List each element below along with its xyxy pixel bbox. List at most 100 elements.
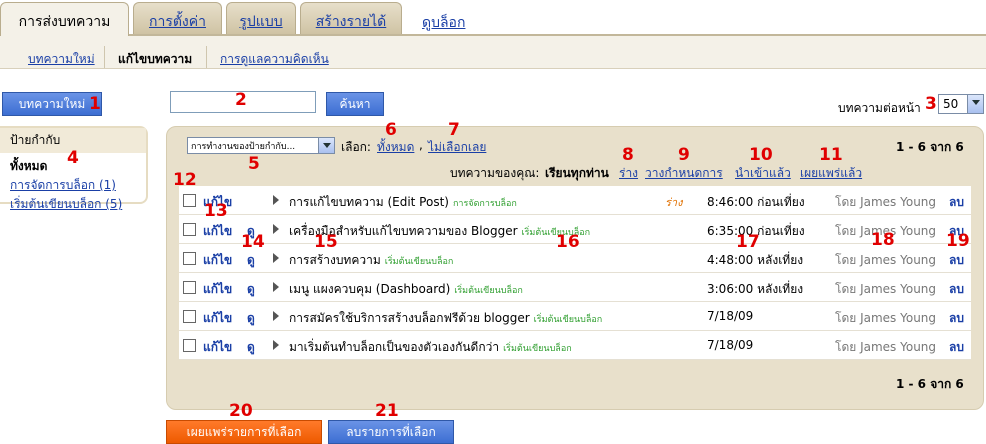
view-blog-link[interactable]: ดูบล็อก (422, 12, 465, 34)
range-bottom: 1 - 6 จาก 6 (896, 377, 964, 391)
delete-link[interactable]: ลบ (949, 309, 964, 328)
filter-imported-link[interactable]: นำเข้าแล้ว (735, 164, 791, 183)
post-time: 7/18/09 (707, 338, 754, 352)
post-label[interactable]: เริ่มต้นเขียนบล็อก (534, 315, 603, 325)
delete-link[interactable]: ลบ (949, 251, 964, 270)
tab-monetize[interactable]: สร้างรายได้ (300, 2, 402, 34)
subtab-moderate-comments[interactable]: การดูแลความคิดเห็น (220, 50, 329, 69)
comma: , (419, 138, 423, 152)
post-label[interactable]: เริ่มต้นเขียนบล็อก (503, 344, 572, 354)
post-title[interactable]: การสร้างบทความ เริ่มต้นเขียนบล็อก (289, 251, 453, 270)
subtab-edit-posts[interactable]: แก้ไขบทความ (118, 50, 192, 69)
tab-label: การตั้งค่า (148, 14, 206, 30)
annotation-4: 4 (67, 148, 79, 168)
delete-link[interactable]: ลบ (949, 338, 964, 357)
draft-status: ร่าง (665, 196, 683, 209)
select-none-link[interactable]: ไม่เลือกเลย (428, 138, 486, 157)
annotation-19: 19 (946, 231, 970, 251)
chevron-down-icon (967, 95, 983, 113)
tab-posting[interactable]: การส่งบทความ (0, 2, 129, 36)
post-row: แก้ไข ดู เมนู แผงควบคุม (Dashboard) เริ่ม… (179, 273, 971, 302)
annotation-17: 17 (736, 232, 760, 252)
post-row: แก้ไข การแก้ไขบทความ (Edit Post) การจัดกา… (179, 186, 971, 215)
delete-selected-button[interactable]: ลบรายการที่เลือก (328, 420, 454, 444)
publish-selected-button[interactable]: เผยแพร่รายการที่เลือก (166, 420, 322, 444)
annotation-11: 11 (819, 145, 843, 165)
subtab-new-post[interactable]: บทความใหม่ (28, 50, 95, 69)
expand-triangle-icon[interactable] (273, 224, 279, 234)
post-title-text: เมนู แผงควบคุม (Dashboard) (289, 282, 451, 296)
tab-label: การส่งบทความ (18, 14, 111, 30)
annotation-16: 16 (556, 232, 580, 252)
delete-link[interactable]: ลบ (949, 193, 964, 212)
view-link[interactable]: ดู (247, 309, 255, 328)
post-author: โดย James Young (835, 340, 937, 354)
label-action-select[interactable]: การทำงานของป้ายกำกับ... (187, 137, 335, 154)
post-label[interactable]: การจัดการบล็อก (453, 199, 517, 209)
edit-link[interactable]: แก้ไข (203, 251, 232, 270)
filter-draft-link[interactable]: ร่าง (619, 164, 638, 183)
tab-settings[interactable]: การตั้งค่า (133, 2, 222, 34)
view-link[interactable]: ดู (247, 338, 255, 357)
row-checkbox[interactable] (183, 310, 196, 323)
row-checkbox[interactable] (183, 194, 196, 207)
edit-link[interactable]: แก้ไข (203, 222, 232, 241)
chevron-down-icon (318, 138, 334, 153)
annotation-13: 13 (204, 201, 228, 221)
row-checkbox[interactable] (183, 339, 196, 352)
label-action-value: การทำงานของป้ายกำกับ... (191, 142, 296, 152)
label-item-blog-management[interactable]: การจัดการบล็อก (1) (10, 176, 136, 195)
expand-triangle-icon[interactable] (273, 311, 279, 321)
annotation-21: 21 (375, 401, 399, 421)
tab-layout[interactable]: รูปแบบ (226, 2, 296, 34)
post-title[interactable]: มาเริ่มต้นทำบล็อกเป็นของตัวเองกันดีกว่าเ… (289, 338, 572, 357)
annotation-9: 9 (678, 145, 690, 165)
annotation-8: 8 (622, 145, 634, 165)
row-checkbox[interactable] (183, 223, 196, 236)
expand-triangle-icon[interactable] (273, 282, 279, 292)
edit-link[interactable]: แก้ไข (203, 309, 232, 328)
new-post-button[interactable]: บทความใหม่ (2, 92, 102, 116)
annotation-10: 10 (749, 145, 773, 165)
annotation-5: 5 (248, 154, 260, 174)
per-page-select[interactable]: 50 (938, 94, 984, 114)
expand-triangle-icon[interactable] (273, 253, 279, 263)
annotation-7: 7 (448, 120, 460, 140)
post-label[interactable]: เริ่มต้นเขียนบล็อก (454, 286, 523, 296)
edit-link[interactable]: แก้ไข (203, 338, 232, 357)
range-top: 1 - 6 จาก 6 (896, 140, 964, 154)
post-label[interactable]: เริ่มต้นเขียนบล็อก (385, 257, 454, 267)
delete-link[interactable]: ลบ (949, 280, 964, 299)
label-item-start-blogging[interactable]: เริ่มต้นเขียนบล็อก (5) (10, 195, 136, 214)
post-title-text: การแก้ไขบทความ (Edit Post) (289, 195, 449, 209)
sub-tab-bar: บทความใหม่ แก้ไขบทความ การดูแลความคิดเห็… (0, 36, 986, 69)
post-author: โดย James Young (835, 195, 937, 209)
row-checkbox[interactable] (183, 252, 196, 265)
select-prefix: เลือก: (341, 140, 371, 154)
tab-label: สร้างรายได้ (315, 14, 387, 30)
edit-link[interactable]: แก้ไข (203, 280, 232, 299)
annotation-6: 6 (385, 120, 397, 140)
post-time: 4:48:00 หลังเที่ยง (707, 253, 804, 267)
per-page-label: บทความต่อหน้า (838, 101, 921, 115)
select-all-link[interactable]: ทั้งหมด (377, 138, 414, 157)
annotation-15: 15 (314, 232, 338, 252)
filter-published-link[interactable]: เผยแพร่แล้ว (800, 164, 862, 183)
row-checkbox[interactable] (183, 281, 196, 294)
annotation-1: 1 (89, 94, 101, 114)
post-title[interactable]: เมนู แผงควบคุม (Dashboard) เริ่มต้นเขียนบ… (289, 280, 523, 299)
post-title[interactable]: การแก้ไขบทความ (Edit Post) การจัดการบล็อก (289, 193, 517, 212)
view-link[interactable]: ดู (247, 251, 255, 270)
search-button[interactable]: ค้นหา (326, 92, 384, 116)
filter-scheduled-link[interactable]: วางกำหนดการ (645, 164, 723, 183)
filter-all[interactable]: เรียนทุกท่าน (545, 164, 609, 183)
post-author: โดย James Young (835, 311, 937, 325)
tab-label: รูปแบบ (239, 14, 283, 30)
annotation-2: 2 (235, 90, 247, 110)
expand-triangle-icon[interactable] (273, 195, 279, 205)
view-link[interactable]: ดู (247, 280, 255, 299)
expand-triangle-icon[interactable] (273, 340, 279, 350)
post-title[interactable]: การสมัครใช้บริการสร้างบล็อกฟรีด้วย blogg… (289, 309, 602, 328)
posts-panel: การทำงานของป้ายกำกับ... เลือก: ทั้งหมด ,… (166, 126, 984, 410)
top-tab-bar: การส่งบทความ การตั้งค่า รูปแบบ สร้างรายไ… (0, 0, 986, 36)
